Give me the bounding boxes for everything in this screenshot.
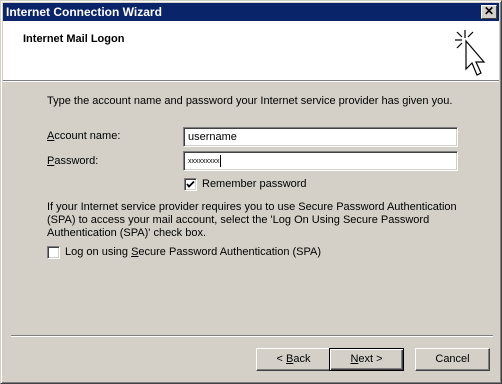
next-text: ext > bbox=[358, 353, 383, 365]
back-button[interactable]: < Back bbox=[256, 348, 331, 371]
password-input[interactable]: xxxxxxxxx bbox=[183, 151, 458, 171]
back-prefix: < bbox=[276, 353, 286, 365]
close-icon: ✕ bbox=[483, 4, 495, 18]
account-name-value: username bbox=[188, 131, 237, 143]
spa-checkbox[interactable] bbox=[47, 246, 60, 259]
checkmark-icon bbox=[186, 180, 195, 188]
spa-info-text: If your Internet service provider requir… bbox=[47, 201, 457, 239]
window-title: Internet Connection Wizard bbox=[6, 5, 162, 19]
text-caret bbox=[219, 155, 221, 167]
spa-label-pre: Log on using bbox=[65, 246, 132, 258]
next-button[interactable]: Next > bbox=[329, 348, 404, 371]
password-mask: xxxxxxxxx bbox=[188, 158, 220, 165]
page-title: Internet Mail Logon bbox=[23, 33, 125, 45]
account-name-label: Account name: bbox=[47, 130, 120, 142]
wizard-header: Internet Mail Logon bbox=[3, 21, 499, 81]
remember-password-label[interactable]: Remember password bbox=[202, 178, 307, 190]
wizard-window: Internet Connection Wizard ✕ Internet Ma… bbox=[0, 0, 502, 384]
wizard-sparkle-cursor-icon bbox=[455, 30, 486, 76]
cancel-button[interactable]: Cancel bbox=[415, 348, 490, 371]
spa-label[interactable]: Log on using Secure Password Authenticat… bbox=[65, 246, 321, 258]
password-label-text: assword: bbox=[54, 155, 99, 167]
header-divider bbox=[3, 81, 499, 82]
password-label: Password: bbox=[47, 155, 98, 167]
footer-divider-highlight bbox=[11, 336, 493, 337]
intro-text: Type the account name and password your … bbox=[47, 95, 453, 107]
account-name-input[interactable]: username bbox=[183, 127, 458, 147]
close-button[interactable]: ✕ bbox=[481, 5, 497, 19]
remember-password-checkbox[interactable] bbox=[184, 178, 197, 191]
account-label-text: ccount name: bbox=[54, 130, 121, 142]
back-text: ack bbox=[293, 353, 311, 365]
spa-label-post: ecure Password Authentication (SPA) bbox=[138, 246, 322, 258]
title-bar[interactable]: Internet Connection Wizard ✕ bbox=[3, 3, 499, 21]
